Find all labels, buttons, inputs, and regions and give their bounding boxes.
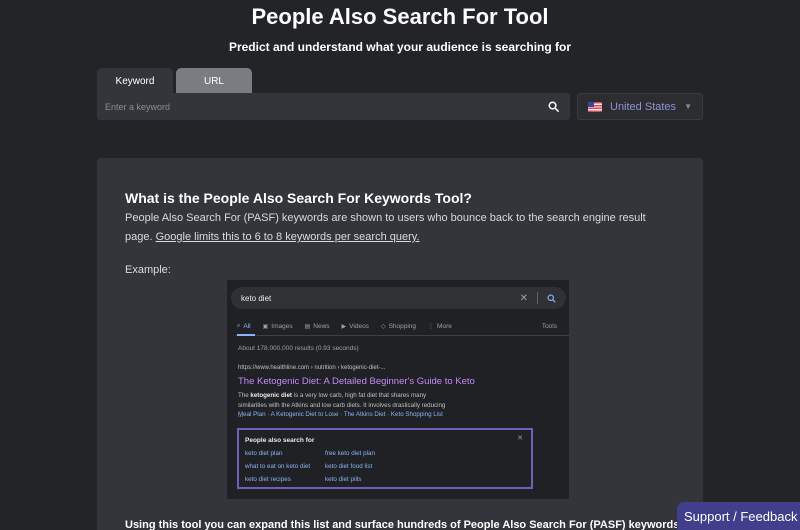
keyword-input[interactable]: [105, 101, 546, 112]
example-screenshot: keto diet ✕ ⌕ All ▣ Images ▤ News ▶ Videos ◇…: [227, 280, 569, 499]
tab-url[interactable]: URL: [176, 68, 252, 94]
example-tab-label: Shopping: [388, 323, 417, 330]
search-bar: [97, 93, 570, 120]
pasf-item: free keto diet plan: [325, 450, 376, 457]
panel-description: People Also Search For (PASF) keywords a…: [125, 209, 665, 247]
pasf-box: People also search for ✕ keto diet plan …: [237, 428, 533, 489]
active-tab-indicator: [237, 334, 255, 336]
pasf-item: what to eat on keto diet: [245, 463, 311, 470]
search-icon: [546, 293, 556, 303]
pasf-item: keto diet recipes: [245, 476, 291, 483]
example-search-bar: keto diet ✕: [231, 287, 566, 309]
example-tab-videos: ▶ Videos: [342, 323, 369, 330]
country-label: United States: [610, 100, 677, 113]
panel-bottom-text: Using this tool you can expand this list…: [125, 519, 680, 530]
close-icon: ✕: [517, 435, 523, 442]
us-flag-icon: [588, 101, 602, 112]
example-tab-label: More: [437, 323, 452, 330]
example-tools: Tools: [541, 323, 557, 330]
country-select[interactable]: United States ▼: [577, 93, 703, 120]
snippet-text: The: [238, 392, 251, 399]
close-icon: ✕: [519, 292, 528, 304]
example-tab-news: ▤ News: [305, 323, 330, 330]
news-icon: ▤: [304, 324, 311, 330]
search-icon: ⌕: [237, 323, 241, 329]
support-feedback-button[interactable]: Support / Feedback: [677, 502, 800, 530]
panel-heading: What is the People Also Search For Keywo…: [125, 190, 472, 206]
example-tab-label: Images: [271, 323, 293, 330]
tab-keyword[interactable]: Keyword: [97, 68, 173, 94]
example-result-title: The Ketogenic Diet: A Detailed Beginner'…: [238, 376, 475, 387]
example-tab-images: ▣ Images: [263, 323, 293, 330]
page-subtitle: Predict and understand what your audienc…: [228, 40, 572, 54]
page-title: People Also Search For Tool: [251, 4, 549, 29]
example-tab-label: All: [243, 323, 251, 330]
info-panel: What is the People Also Search For Keywo…: [97, 158, 703, 530]
example-result-url: https://www.healthline.com › nutrition ›…: [238, 365, 386, 371]
example-sitelinks: Meal Plan · A Ketogenic Diet to Lose · T…: [238, 411, 443, 418]
example-tab-label: News: [313, 323, 330, 330]
pasf-title: People also search for: [245, 437, 315, 444]
example-tab-label: Videos: [349, 323, 369, 330]
limit-link[interactable]: Google limits this to 6 to 8 keywords pe…: [156, 231, 420, 243]
snippet-bold: ketogenic diet: [250, 392, 292, 399]
divider: [235, 335, 569, 336]
pasf-item: keto diet plan: [245, 450, 283, 457]
example-tab-all: ⌕ All: [237, 323, 251, 330]
example-tab-more: ⋮ More: [428, 323, 452, 330]
chevron-down-icon: ▼: [684, 102, 692, 111]
more-icon: ⋮: [428, 324, 435, 330]
pasf-item: keto diet food list: [325, 463, 373, 470]
video-icon: ▶: [341, 324, 347, 330]
example-tab-shopping: ◇ Shopping: [381, 323, 416, 330]
image-icon: ▣: [262, 324, 269, 330]
example-result-stats: About 178,000,000 results (0.93 seconds): [238, 345, 359, 352]
pasf-item: keto diet pills: [325, 476, 362, 483]
tag-icon: ◇: [380, 324, 386, 330]
search-icon[interactable]: [546, 100, 560, 114]
example-tabs: ⌕ All ▣ Images ▤ News ▶ Videos ◇ Shopping ⋮ Mo…: [237, 323, 557, 330]
example-query: keto diet: [241, 293, 272, 303]
divider: [537, 292, 538, 304]
example-label: Example:: [125, 264, 171, 276]
